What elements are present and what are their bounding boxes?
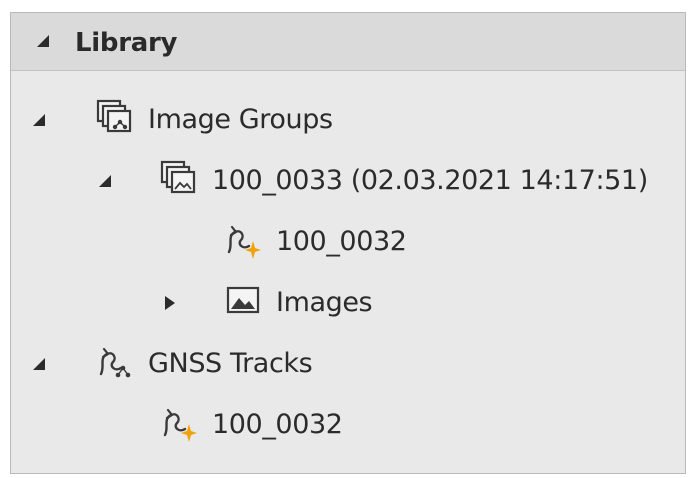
tree-item-track-100-0032[interactable]: 100_0032 <box>11 400 411 450</box>
tree-item-group-100-0033[interactable]: 100_0033 (02.03.2021 14:17:51) <box>11 156 671 206</box>
library-title: Library <box>75 28 178 58</box>
expand-toggle-gnss-tracks[interactable] <box>27 352 51 376</box>
tree-item-label: GNSS Tracks <box>148 348 313 379</box>
library-header[interactable]: Library <box>11 13 685 71</box>
expanded-arrow-icon <box>33 358 45 370</box>
collapse-arrow-icon[interactable] <box>37 35 49 47</box>
tree-item-image-groups[interactable]: Image Groups <box>11 95 411 145</box>
expanded-arrow-icon <box>33 114 45 126</box>
gnss-track-icon <box>227 225 261 259</box>
tree-item-group-track-100-0032[interactable]: 100_0032 <box>11 217 431 267</box>
gnss-track-icon <box>163 408 197 442</box>
expanded-arrow-icon <box>99 175 111 187</box>
tree-item-label: 100_0032 <box>212 409 343 440</box>
images-icon <box>226 286 260 314</box>
expand-toggle-image-groups[interactable] <box>27 108 51 132</box>
expand-toggle-images[interactable] <box>157 291 181 315</box>
image-groups-icon <box>96 99 132 133</box>
library-panel: Library Image Groups 100_0033 (02.03.202… <box>10 12 686 474</box>
tree-item-label: Image Groups <box>148 104 333 135</box>
collapsed-arrow-icon <box>165 296 175 310</box>
tree-item-gnss-tracks[interactable]: GNSS Tracks <box>11 339 411 389</box>
expand-toggle-group-100-0033[interactable] <box>93 169 117 193</box>
gnss-tracks-icon <box>99 347 131 378</box>
tree-item-label: Images <box>276 287 373 318</box>
tree-item-label: 100_0032 <box>276 226 407 257</box>
tree-item-label: 100_0033 (02.03.2021 14:17:51) <box>212 165 648 196</box>
image-group-icon <box>160 160 196 194</box>
tree-item-images[interactable]: Images <box>11 278 411 328</box>
